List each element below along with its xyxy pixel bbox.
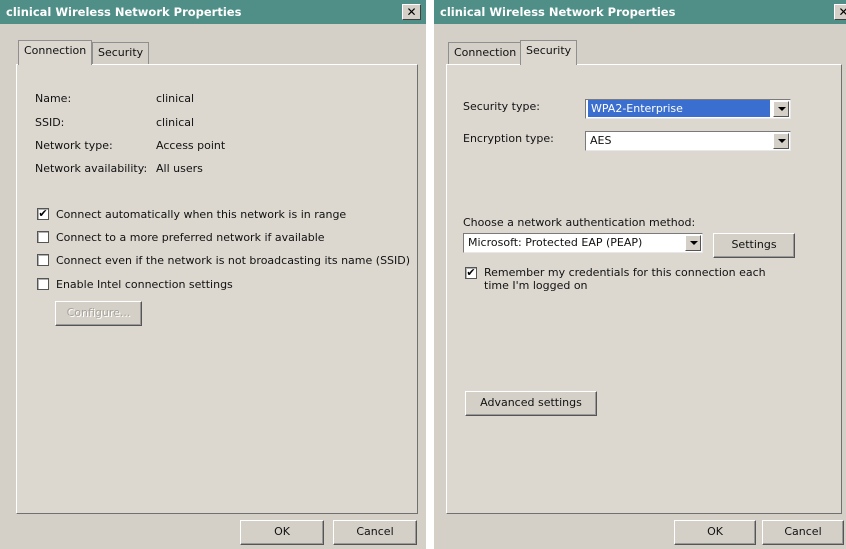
security-type-dropdown[interactable]: WPA2-Enterprise xyxy=(585,99,791,119)
encryption-type-dropdown[interactable]: AES xyxy=(585,131,791,151)
title-bar[interactable]: clinical Wireless Network Properties xyxy=(0,0,426,24)
checkbox-box[interactable]: ✔ xyxy=(37,208,49,220)
name-label: Name: xyxy=(35,92,72,105)
checkbox-label: Remember my credentials for this connect… xyxy=(484,266,766,292)
chevron-down-icon[interactable] xyxy=(773,101,789,117)
checkbox-box[interactable] xyxy=(37,254,49,266)
checkbox-box[interactable] xyxy=(37,278,49,290)
network-availability-value: All users xyxy=(156,162,203,175)
checkbox-label: Connect automatically when this network … xyxy=(56,208,347,221)
chevron-down-icon[interactable] xyxy=(685,235,701,251)
title-bar[interactable]: clinical Wireless Network Properties xyxy=(434,0,846,24)
security-properties-dialog: clinical Wireless Network Properties ✕ C… xyxy=(434,0,846,549)
close-icon: ✕ xyxy=(406,5,417,19)
connection-properties-dialog: clinical Wireless Network Properties ✕ C… xyxy=(0,0,426,549)
close-icon: ✕ xyxy=(838,5,846,19)
security-type-value: WPA2-Enterprise xyxy=(588,100,770,117)
tab-connection[interactable]: Connection xyxy=(18,40,93,65)
checkbox-label: Connect even if the network is not broad… xyxy=(56,254,411,267)
checkbox-label: Enable Intel connection settings xyxy=(56,278,233,291)
settings-button[interactable]: Settings xyxy=(713,233,795,258)
ssid-label: SSID: xyxy=(35,116,65,129)
cancel-button[interactable]: Cancel xyxy=(333,520,417,545)
tab-connection[interactable]: Connection xyxy=(448,42,523,64)
close-button[interactable]: ✕ xyxy=(402,4,421,20)
check-icon: ✔ xyxy=(466,266,476,279)
encryption-type-value: AES xyxy=(590,134,612,147)
ssid-value: clinical xyxy=(156,116,195,129)
network-type-value: Access point xyxy=(156,139,226,152)
checkbox-box[interactable] xyxy=(37,231,49,243)
tab-security[interactable]: Security xyxy=(520,40,578,65)
configure-button[interactable]: Configure... xyxy=(55,301,142,326)
security-tab-panel: Security type: WPA2-Enterprise Encryptio… xyxy=(446,64,842,514)
security-type-label: Security type: xyxy=(463,100,540,113)
window-title: clinical Wireless Network Properties xyxy=(6,5,242,19)
check-icon: ✔ xyxy=(38,207,48,220)
checkbox-box[interactable]: ✔ xyxy=(465,267,477,279)
network-type-label: Network type: xyxy=(35,139,113,152)
cancel-button[interactable]: Cancel xyxy=(762,520,844,545)
window-title: clinical Wireless Network Properties xyxy=(440,5,676,19)
tab-security[interactable]: Security xyxy=(92,42,150,64)
connection-tab-panel: Name: clinical SSID: clinical Network ty… xyxy=(16,64,418,514)
auth-method-dropdown[interactable]: Microsoft: Protected EAP (PEAP) xyxy=(463,233,703,253)
chevron-down-icon[interactable] xyxy=(773,133,789,149)
auth-method-label: Choose a network authentication method: xyxy=(463,216,696,229)
name-value: clinical xyxy=(156,92,195,105)
auth-method-value: Microsoft: Protected EAP (PEAP) xyxy=(468,236,643,249)
checkbox-label: Connect to a more preferred network if a… xyxy=(56,231,325,244)
encryption-type-label: Encryption type: xyxy=(463,132,554,145)
ok-button[interactable]: OK xyxy=(240,520,324,545)
ok-button[interactable]: OK xyxy=(674,520,756,545)
close-button[interactable]: ✕ xyxy=(834,4,846,20)
network-availability-label: Network availability: xyxy=(35,162,148,175)
advanced-settings-button[interactable]: Advanced settings xyxy=(465,391,597,416)
